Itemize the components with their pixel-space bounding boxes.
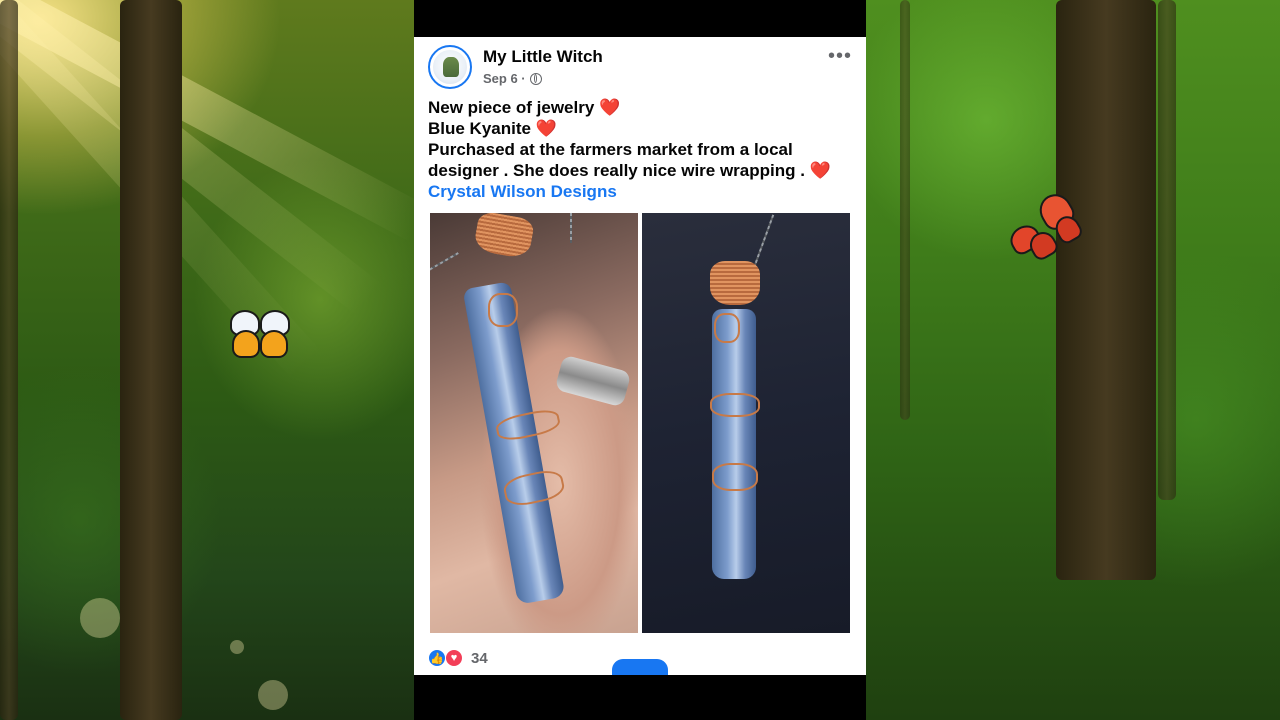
heart-icon: ❤️ <box>535 119 557 138</box>
post-meta: Sep 6 · <box>483 71 542 86</box>
heart-icon: ❤️ <box>809 161 831 180</box>
tree-trunk <box>900 0 910 420</box>
post-date[interactable]: Sep 6 · <box>483 71 526 86</box>
copper-wire <box>712 463 758 491</box>
post-body: New piece of jewelry ❤️ Blue Kyanite ❤️ … <box>428 97 858 202</box>
tree-trunk <box>120 0 182 720</box>
love-icon: ♥ <box>445 649 463 667</box>
butterfly-icon <box>1000 186 1085 266</box>
post-photo-fabric[interactable] <box>642 213 850 633</box>
chain <box>751 214 775 272</box>
globe-icon <box>529 72 542 85</box>
bokeh-light <box>230 640 244 654</box>
post-line: designer . She does really nice wire wra… <box>428 161 831 180</box>
copper-wire <box>710 393 760 417</box>
post-photo-hand[interactable] <box>430 213 638 633</box>
phone-screen: My Little Witch Sep 6 · ••• New piece of… <box>414 0 866 720</box>
butterfly-icon <box>228 306 290 362</box>
reaction-count: 34 <box>471 649 488 667</box>
post-line: Blue Kyanite ❤️ <box>428 119 557 138</box>
kyanite-crystal <box>712 309 756 579</box>
facebook-post: My Little Witch Sep 6 · ••• New piece of… <box>414 37 866 675</box>
designer-link[interactable]: Crystal Wilson Designs <box>428 181 858 202</box>
tree-trunk <box>1158 0 1176 500</box>
bokeh-light <box>258 680 288 710</box>
post-line: Purchased at the farmers market from a l… <box>428 140 793 159</box>
reaction-summary[interactable]: 👍 ♥ 34 <box>428 649 488 667</box>
bokeh-light <box>80 598 120 638</box>
post-author[interactable]: My Little Witch <box>483 47 603 67</box>
scroll-pill[interactable] <box>612 659 668 675</box>
copper-wire <box>488 293 518 327</box>
tree-trunk <box>0 0 18 720</box>
copper-wire <box>714 313 740 343</box>
like-icon: 👍 <box>428 649 446 667</box>
post-line: New piece of jewelry ❤️ <box>428 98 621 117</box>
tree-trunk <box>1056 0 1156 580</box>
wire-cap <box>710 261 760 305</box>
avatar[interactable] <box>428 45 472 89</box>
chain <box>570 213 572 243</box>
heart-icon: ❤️ <box>599 98 621 117</box>
more-icon[interactable]: ••• <box>828 45 852 68</box>
